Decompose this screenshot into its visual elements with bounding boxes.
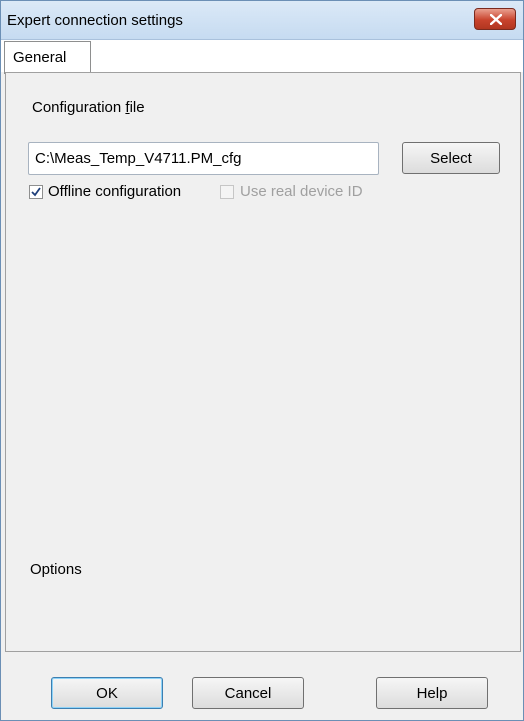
configuration-file-input[interactable] [28, 142, 379, 175]
window-title: Expert connection settings [7, 12, 183, 29]
close-icon [490, 14, 502, 25]
configuration-file-label: Configuration file [32, 99, 145, 116]
cancel-button[interactable]: Cancel [192, 677, 304, 709]
check-icon [31, 187, 41, 197]
tab-strip: General [1, 40, 523, 74]
dialog-footer: OK Cancel Help [1, 652, 523, 720]
tab-general[interactable]: General [4, 41, 91, 74]
help-button[interactable]: Help [376, 677, 488, 709]
title-bar[interactable]: Expert connection settings [1, 1, 523, 40]
tab-general-label: General [13, 49, 67, 66]
general-panel: Configuration file Select Offline config… [5, 72, 521, 652]
options-label: Options [30, 561, 82, 578]
use-real-device-id-checkbox[interactable] [220, 185, 234, 199]
use-real-device-id-label[interactable]: Use real device ID [240, 183, 363, 200]
close-button[interactable] [474, 8, 516, 30]
offline-configuration-checkbox[interactable] [29, 185, 43, 199]
offline-configuration-label[interactable]: Offline configuration [48, 183, 181, 200]
dialog-window: Expert connection settings General Confi… [0, 0, 524, 721]
ok-button[interactable]: OK [51, 677, 163, 709]
select-button[interactable]: Select [402, 142, 500, 174]
